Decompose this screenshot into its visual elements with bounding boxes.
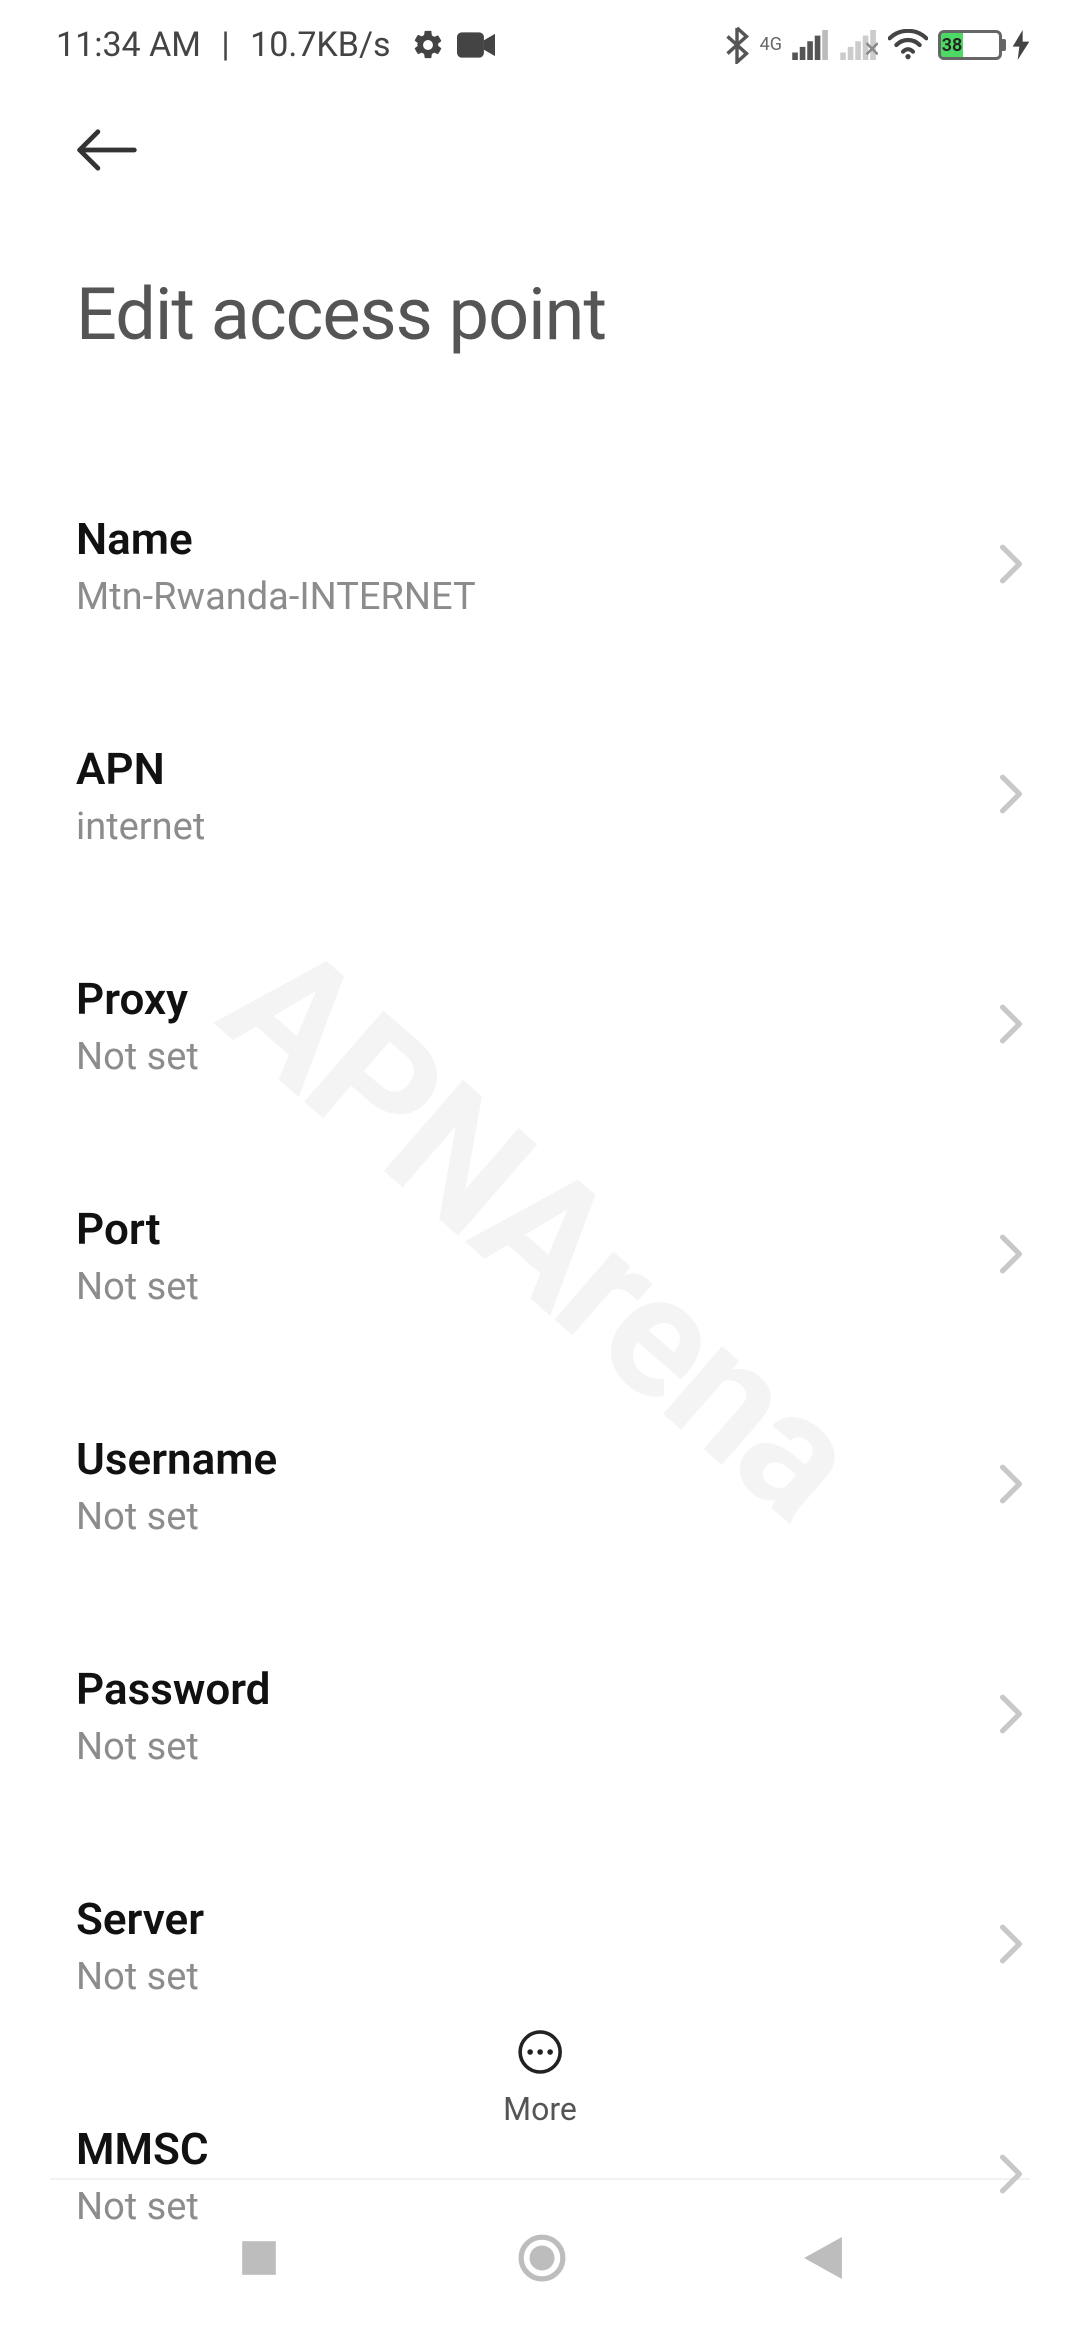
chevron-right-icon [998, 1693, 1024, 1739]
row-value: Not set [76, 2185, 1004, 2229]
status-net-speed: 10.7KB/s [250, 25, 390, 65]
charging-bolt-icon [1012, 30, 1030, 60]
status-bar: 11:34 AM | 10.7KB/s 4G [0, 0, 1080, 90]
row-mms-proxy[interactable]: MMS proxy Not set [0, 2317, 1080, 2340]
row-value: Not set [76, 1265, 1004, 1309]
bluetooth-icon [724, 26, 750, 64]
row-name[interactable]: Name Mtn-Rwanda-INTERNET [0, 477, 1080, 655]
row-value: Not set [76, 1955, 1004, 1999]
camera-icon [457, 32, 495, 58]
network-type-badge: 4G [760, 34, 782, 55]
chevron-right-icon [998, 1233, 1024, 1279]
row-apn[interactable]: APN internet [0, 707, 1080, 885]
chevron-right-icon [998, 543, 1024, 589]
row-label: Proxy [76, 973, 1004, 1025]
page-title: Edit access point [76, 272, 1004, 357]
chevron-right-icon [998, 773, 1024, 819]
row-username[interactable]: Username Not set [0, 1397, 1080, 1575]
battery-icon: 38 [938, 30, 1002, 60]
row-server[interactable]: Server Not set [0, 1857, 1080, 2035]
row-label: APN [76, 743, 1004, 795]
chevron-right-icon [998, 1923, 1024, 1969]
wifi-icon [888, 29, 928, 61]
settings-list: Name Mtn-Rwanda-INTERNET APN internet Pr… [0, 477, 1080, 2340]
row-password[interactable]: Password Not set [0, 1627, 1080, 1805]
back-button[interactable] [76, 128, 1004, 176]
status-separator: | [213, 25, 238, 65]
chevron-right-icon [998, 2153, 1024, 2199]
status-time: 11:34 AM [56, 25, 201, 65]
sim1-signal-icon [792, 30, 830, 60]
row-label: MMSC [76, 2123, 1004, 2175]
row-label: Username [76, 1433, 1004, 1485]
row-port[interactable]: Port Not set [0, 1167, 1080, 1345]
row-proxy[interactable]: Proxy Not set [0, 937, 1080, 1115]
settings-gear-icon [411, 28, 445, 62]
row-value: Not set [76, 1035, 1004, 1079]
row-value: Mtn-Rwanda-INTERNET [76, 575, 1004, 619]
page-header: Edit access point [0, 90, 1080, 367]
row-value: internet [76, 805, 1004, 849]
chevron-right-icon [998, 1463, 1024, 1509]
sim2-signal-icon [840, 30, 878, 60]
row-mmsc[interactable]: MMSC Not set [0, 2087, 1080, 2265]
row-label: Server [76, 1893, 1004, 1945]
row-value: Not set [76, 1495, 1004, 1539]
row-label: Port [76, 1203, 1004, 1255]
row-label: Password [76, 1663, 1004, 1715]
chevron-right-icon [998, 1003, 1024, 1049]
row-label: Name [76, 513, 1004, 565]
row-value: Not set [76, 1725, 1004, 1769]
